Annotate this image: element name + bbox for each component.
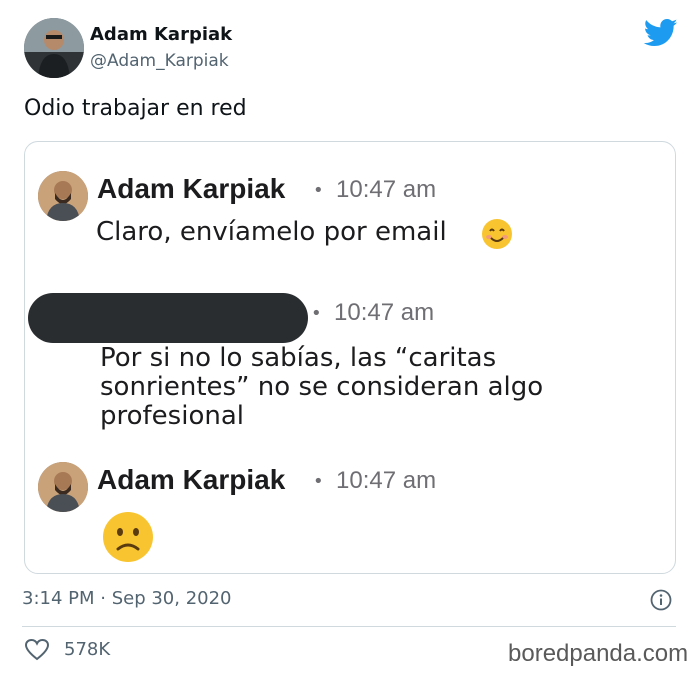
separator-dot: • xyxy=(313,471,324,492)
message-text-line: Por si no lo sabías, las “caritas xyxy=(100,343,497,373)
smiling-face-emoji xyxy=(481,218,513,250)
message-text-line: sonrientes” no se consideran algo xyxy=(100,372,544,402)
message-text: Claro, envíamelo por email xyxy=(96,217,447,247)
message-sender-name: Adam Karpiak xyxy=(97,173,286,204)
message-text-line: profesional xyxy=(100,401,244,431)
tweet-timestamp[interactable]: 3:14 PM · Sep 30, 2020 xyxy=(22,588,232,609)
message-sender-name: Adam Karpiak xyxy=(97,464,286,495)
like-count[interactable]: 578K xyxy=(64,639,110,660)
redacted-sender-name xyxy=(28,293,308,343)
heart-icon[interactable] xyxy=(24,638,50,662)
separator-dot: • xyxy=(313,180,324,201)
frowning-face-emoji xyxy=(101,510,155,564)
divider xyxy=(22,626,676,627)
message-time: 10:47 am xyxy=(334,299,435,326)
author-name[interactable]: Adam Karpiak xyxy=(90,24,232,45)
message-avatar xyxy=(38,171,88,221)
tweet-text: Odio trabajar en red xyxy=(24,96,247,121)
message-time: 10:47 am xyxy=(336,467,437,494)
separator-dot: • xyxy=(311,303,322,324)
author-handle[interactable]: @Adam_Karpiak xyxy=(90,51,229,71)
watermark: boredpanda.com xyxy=(508,640,689,667)
message-time: 10:47 am xyxy=(336,176,437,203)
author-avatar[interactable] xyxy=(24,18,84,78)
twitter-bird-icon[interactable] xyxy=(643,18,678,48)
info-icon[interactable] xyxy=(650,589,672,611)
message-avatar xyxy=(38,462,88,512)
